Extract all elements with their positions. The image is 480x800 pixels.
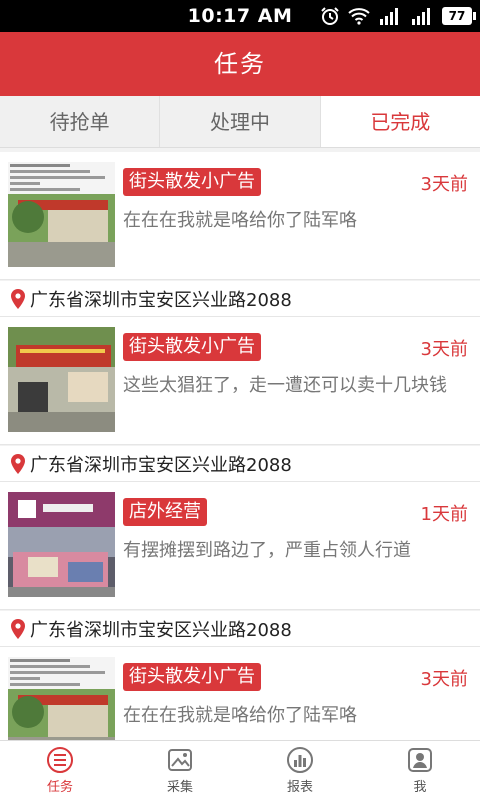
signal-icon [380,8,398,25]
task-category-tag: 街头散发小广告 [123,663,261,691]
task-list: 街头散发小广告 3天前 在在在我就是咯给你了陆军咯 广东省深圳市宝安区兴业路20… [0,148,480,740]
task-description: 这些太猖狂了，走一遭还可以卖十几块钱 [123,375,447,396]
nav-tasks[interactable]: 任务 [0,741,120,800]
task-description: 在在在我就是咯给你了陆军咯 [123,210,357,231]
task-description: 在在在我就是咯给你了陆军咯 [123,705,357,726]
page-title: 任务 [0,32,480,96]
alarm-icon [321,7,339,25]
chart-icon [287,747,313,773]
nav-label: 我 [413,780,427,795]
task-time-ago: 3天前 [420,174,468,195]
signal-icon-2 [412,8,430,25]
task-address: 广东省深圳市宝安区兴业路2088 [0,281,480,317]
task-time-ago: 1天前 [420,504,468,525]
wifi-icon [348,8,370,25]
status-icons: 77 [320,6,476,26]
tab-processing[interactable]: 处理中 [160,96,321,147]
task-time-ago: 3天前 [420,669,468,690]
nav-collect[interactable]: 采集 [120,741,240,800]
address-text: 广东省深圳市宝安区兴业路2088 [30,619,292,641]
task-time-ago: 3天前 [420,339,468,360]
nav-reports[interactable]: 报表 [240,741,360,800]
location-pin-icon [11,288,25,309]
tab-pending[interactable]: 待抢单 [0,96,161,147]
bottom-nav: 任务 采集 报表 我 [0,740,480,800]
nav-label: 采集 [166,780,193,795]
address-text: 广东省深圳市宝安区兴业路2088 [30,454,292,476]
task-description: 有摆摊摆到路边了，严重占领人行道 [123,540,411,561]
tab-completed[interactable]: 已完成 [320,96,480,147]
task-card[interactable]: 店外经营 1天前 有摆摊摆到路边了，严重占领人行道 [0,482,480,610]
nav-label: 报表 [286,780,313,795]
task-thumbnail [8,327,115,432]
task-thumbnail [8,162,115,267]
task-thumbnail [8,657,115,740]
task-card[interactable]: 街头散发小广告 3天前 在在在我就是咯给你了陆军咯 [0,152,480,280]
user-icon [408,748,432,772]
tab-bar: 待抢单 处理中 已完成 [0,96,480,148]
status-bar: 10:17 AM 77 [0,0,480,32]
task-thumbnail [8,492,115,597]
task-address: 广东省深圳市宝安区兴业路2088 [0,611,480,647]
list-icon [47,747,73,773]
task-category-tag: 街头散发小广告 [123,333,261,361]
nav-me[interactable]: 我 [360,741,480,800]
task-card[interactable]: 街头散发小广告 3天前 这些太猖狂了，走一遭还可以卖十几块钱 [0,317,480,445]
battery-icon: 77 [442,7,476,25]
location-pin-icon [11,453,25,474]
task-address: 广东省深圳市宝安区兴业路2088 [0,446,480,482]
task-category-tag: 街头散发小广告 [123,168,261,196]
task-category-tag: 店外经营 [123,498,207,526]
image-icon [168,749,192,771]
location-pin-icon [11,618,25,639]
nav-label: 任务 [46,780,73,795]
task-card[interactable]: 街头散发小广告 3天前 在在在我就是咯给你了陆军咯 [0,647,480,740]
address-text: 广东省深圳市宝安区兴业路2088 [30,289,292,311]
